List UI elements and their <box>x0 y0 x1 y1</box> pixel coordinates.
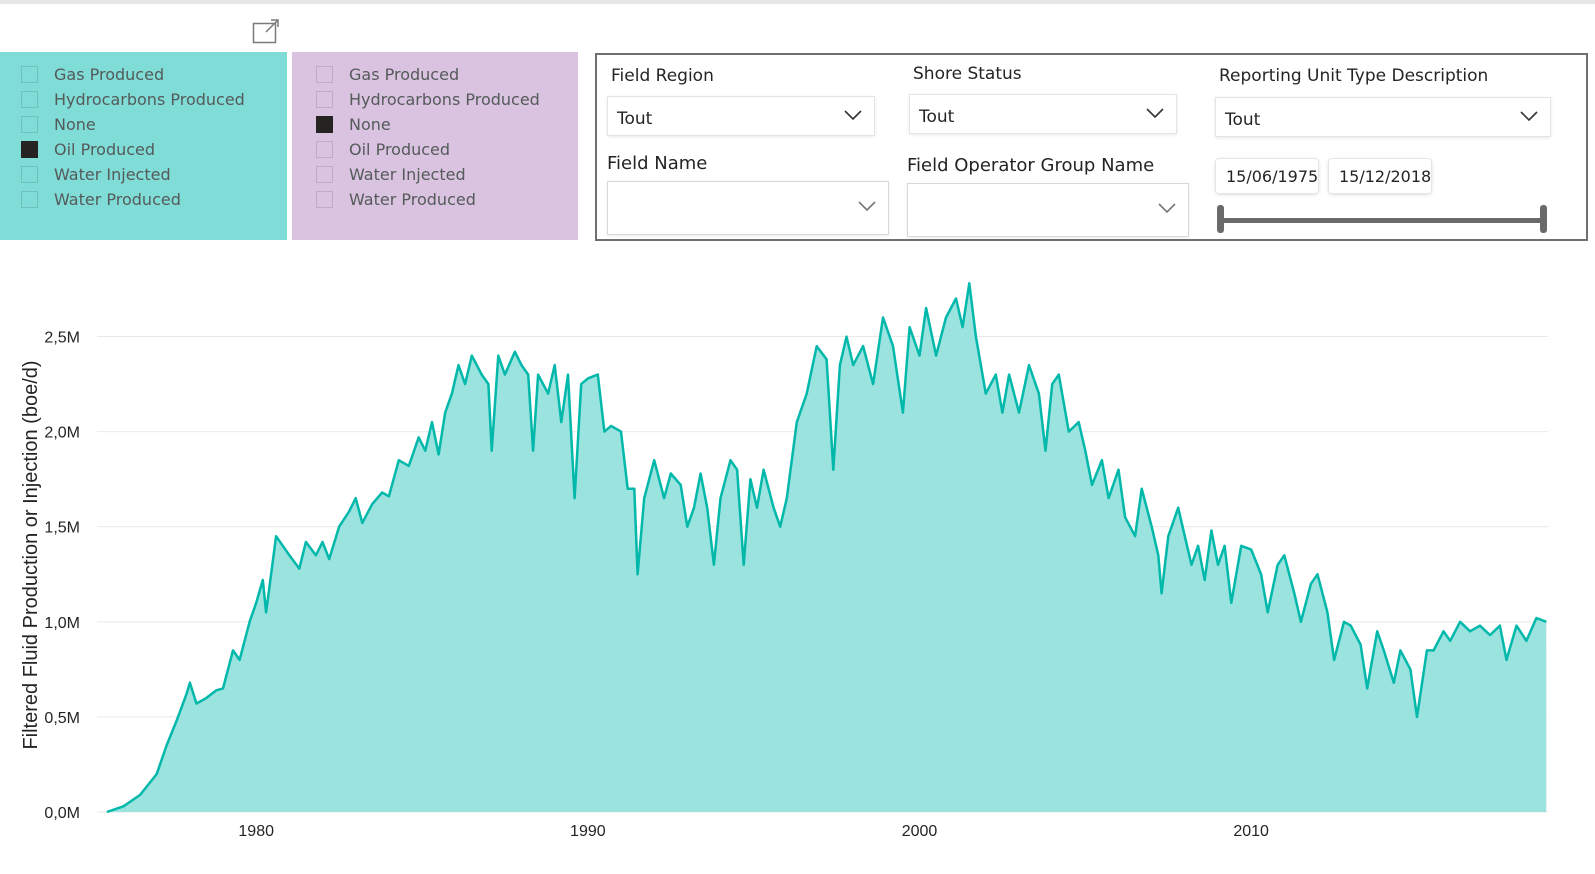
slicer-item-none[interactable]: None <box>292 112 578 137</box>
chevron-down-icon <box>1158 203 1176 214</box>
field-name-dropdown[interactable] <box>608 182 888 234</box>
slicer-item-gas-produced[interactable]: Gas Produced <box>0 62 287 87</box>
y-axis-ticks: 0,0M 0,5M 1,0M 1,5M 2,0M 2,5M <box>44 330 80 822</box>
slicer-item-label: Water Produced <box>349 190 476 209</box>
chevron-down-icon <box>1520 111 1538 122</box>
production-area-chart: 0,0M 0,5M 1,0M 1,5M 2,0M 2,5M 1980 1990 2000 201… <box>0 270 1595 870</box>
date-start-input[interactable]: 15/06/1975 <box>1216 159 1318 193</box>
field-region-dropdown[interactable]: Tout <box>608 97 874 135</box>
slicer-item-label: Hydrocarbons Produced <box>54 90 245 109</box>
field-operator-label: Field Operator Group Name <box>907 155 1155 176</box>
field-name-label: Field Name <box>607 153 708 174</box>
checkbox[interactable] <box>316 91 333 108</box>
checkbox[interactable] <box>21 141 38 158</box>
slicer-item-label: Gas Produced <box>349 65 460 84</box>
y-tick-label: 0,5M <box>44 710 80 727</box>
date-range-start-handle[interactable] <box>1217 205 1224 233</box>
slicer-item-label: Water Produced <box>54 190 181 209</box>
checkbox[interactable] <box>21 166 38 183</box>
y-tick-label: 2,5M <box>44 330 80 347</box>
y-tick-label: 2,0M <box>44 425 80 442</box>
x-tick-label: 1980 <box>238 823 274 840</box>
date-range-end-handle[interactable] <box>1540 205 1547 233</box>
reporting-unit-label: Reporting Unit Type Description <box>1219 66 1489 86</box>
checkbox[interactable] <box>21 116 38 133</box>
y-tick-label: 0,0M <box>44 805 80 822</box>
slicer-item-label: Water Injected <box>349 165 466 184</box>
shore-status-value: Tout <box>919 107 955 127</box>
slicer-item-water-produced[interactable]: Water Produced <box>0 187 287 212</box>
checkbox[interactable] <box>21 91 38 108</box>
y-axis-label: Filtered Fluid Production or Injection (… <box>20 360 42 749</box>
slicer-item-label: Oil Produced <box>54 140 156 159</box>
checkbox[interactable] <box>316 191 333 208</box>
checkbox[interactable] <box>316 166 333 183</box>
chevron-down-icon <box>844 110 862 121</box>
slicer-item-label: Hydrocarbons Produced <box>349 90 540 109</box>
chevron-down-icon <box>1146 108 1164 119</box>
slicer-item-water-produced[interactable]: Water Produced <box>292 187 578 212</box>
slicer-item-hydrocarbons-produced[interactable]: Hydrocarbons Produced <box>0 87 287 112</box>
slicer-item-none[interactable]: None <box>0 112 287 137</box>
checkbox[interactable] <box>316 116 333 133</box>
chevron-down-icon <box>858 201 876 212</box>
slicer-item-oil-produced[interactable]: Oil Produced <box>0 137 287 162</box>
x-tick-label: 2010 <box>1233 823 1269 840</box>
slicer-item-label: None <box>54 115 96 134</box>
x-axis-ticks: 1980 1990 2000 2010 <box>238 823 1269 840</box>
shore-status-dropdown[interactable]: Tout <box>910 95 1176 133</box>
field-operator-dropdown[interactable] <box>908 184 1188 236</box>
x-tick-label: 2000 <box>902 823 938 840</box>
field-region-value: Tout <box>617 109 653 129</box>
slicer-item-label: Water Injected <box>54 165 171 184</box>
shore-status-label: Shore Status <box>913 64 1022 84</box>
x-tick-label: 1990 <box>570 823 606 840</box>
date-end-input[interactable]: 15/12/2018 <box>1329 159 1431 193</box>
top-strip <box>0 0 1595 4</box>
chart-svg: 0,0M 0,5M 1,0M 1,5M 2,0M 2,5M 1980 1990 2000 201… <box>20 282 1548 840</box>
y-tick-label: 1,5M <box>44 520 80 537</box>
slicer-item-water-injected[interactable]: Water Injected <box>0 162 287 187</box>
slicer-item-hydrocarbons-produced[interactable]: Hydrocarbons Produced <box>292 87 578 112</box>
fluid-type-slicer-right: Gas Produced Hydrocarbons Produced None … <box>292 52 578 240</box>
date-range-track[interactable] <box>1217 218 1547 223</box>
slicer-item-label: Oil Produced <box>349 140 451 159</box>
slicer-item-label: None <box>349 115 391 134</box>
slicer-item-label: Gas Produced <box>54 65 165 84</box>
field-region-label: Field Region <box>611 66 714 86</box>
reporting-unit-value: Tout <box>1225 110 1261 130</box>
focus-mode-icon[interactable] <box>252 18 280 44</box>
checkbox[interactable] <box>316 141 333 158</box>
y-tick-label: 1,0M <box>44 615 80 632</box>
checkbox[interactable] <box>316 66 333 83</box>
reporting-unit-dropdown[interactable]: Tout <box>1216 98 1550 136</box>
checkbox[interactable] <box>21 66 38 83</box>
slicer-item-gas-produced[interactable]: Gas Produced <box>292 62 578 87</box>
slicer-item-water-injected[interactable]: Water Injected <box>292 162 578 187</box>
fluid-type-slicer-left: Gas Produced Hydrocarbons Produced None … <box>0 52 287 240</box>
filter-panel: Field Region Tout Shore Status Tout Repo… <box>595 53 1588 241</box>
checkbox[interactable] <box>21 191 38 208</box>
slicer-item-oil-produced[interactable]: Oil Produced <box>292 137 578 162</box>
